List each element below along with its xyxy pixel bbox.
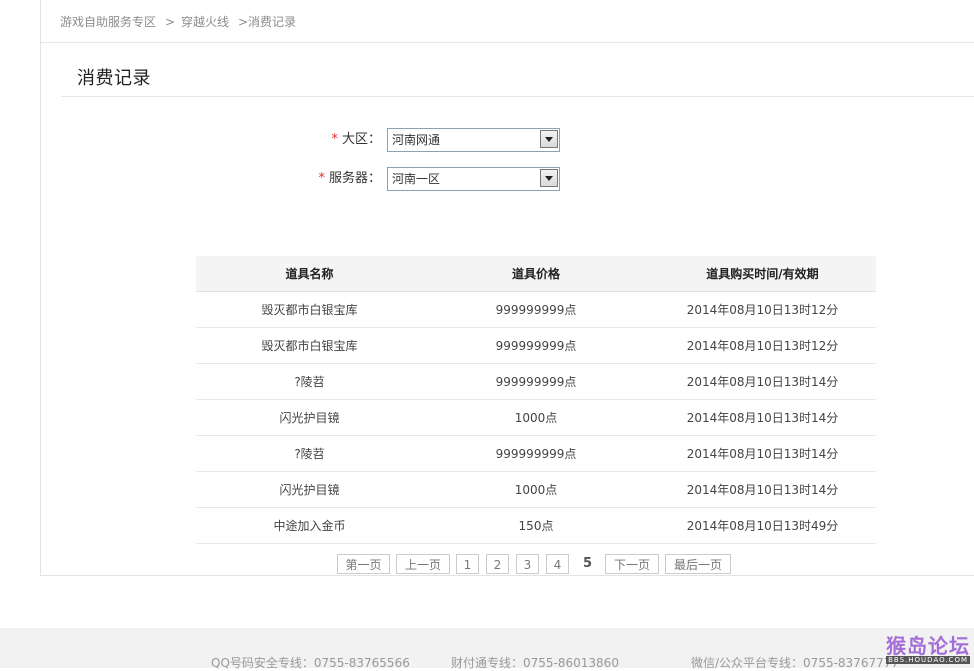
first-page-button[interactable]: 第一页 — [337, 554, 390, 574]
server-select[interactable]: 河南一区 — [387, 167, 560, 191]
breadcrumb-link-self-service[interactable]: 游戏自助服务专区 — [60, 0, 156, 44]
item-price-cell: 999999999点 — [423, 363, 649, 400]
table-row: 毁灭都市白银宝库 999999999点 2014年08月10日13时12分 — [196, 327, 876, 364]
table-header-row: 道具名称 道具价格 道具购买时间/有效期 — [196, 256, 876, 292]
server-row: * 服务器： — [241, 167, 381, 191]
breadcrumb-separator: > — [165, 15, 176, 29]
item-price-cell: 1000点 — [423, 471, 649, 508]
item-name-cell: 毁灭都市白银宝库 — [196, 291, 423, 328]
page-1-button[interactable]: 1 — [456, 554, 479, 574]
item-name-cell: ?陵苕 — [196, 435, 423, 472]
title-divider — [61, 96, 974, 97]
breadcrumb-current: >消费记录 — [238, 15, 297, 29]
purchase-time-cell: 2014年08月10日13时14分 — [649, 399, 876, 436]
region-select-value: 河南网通 — [392, 133, 441, 147]
region-label: * 大区： — [331, 128, 381, 152]
page-2-button[interactable]: 2 — [486, 554, 509, 574]
purchase-time-cell: 2014年08月10日13时12分 — [649, 291, 876, 328]
region-row: * 大区： — [241, 128, 381, 152]
current-page-indicator: 5 — [576, 554, 599, 574]
prev-page-button[interactable]: 上一页 — [396, 554, 450, 574]
table-row: ?陵苕 999999999点 2014年08月10日13时14分 — [196, 363, 876, 400]
item-price-cell: 150点 — [423, 507, 649, 544]
required-mark: * — [331, 132, 338, 147]
purchase-time-cell: 2014年08月10日13时14分 — [649, 435, 876, 472]
footer-qq-hotline: QQ号码安全专线：0755-83765566 — [211, 656, 410, 670]
required-mark: * — [318, 171, 325, 186]
column-header-item-price: 道具价格 — [423, 256, 649, 292]
item-price-cell: 999999999点 — [423, 327, 649, 364]
last-page-button[interactable]: 最后一页 — [665, 554, 731, 574]
purchase-time-cell: 2014年08月10日13时12分 — [649, 327, 876, 364]
purchase-time-cell: 2014年08月10日13时14分 — [649, 471, 876, 508]
item-name-cell: ?陵苕 — [196, 363, 423, 400]
watermark-text: 猴岛论坛 — [886, 634, 970, 658]
item-price-cell: 999999999点 — [423, 435, 649, 472]
footer: QQ号码安全专线：0755-83765566 财付通专线：0755-860138… — [0, 628, 974, 670]
server-label: * 服务器： — [318, 167, 381, 191]
item-name-cell: 中途加入金币 — [196, 507, 423, 544]
watermark-logo: 猴岛论坛 BBS.HOUDAO.COM — [878, 630, 974, 668]
page-4-button[interactable]: 4 — [546, 554, 569, 574]
table-row: 中途加入金币 150点 2014年08月10日13时49分 — [196, 507, 876, 544]
purchase-records-table: 道具名称 道具价格 道具购买时间/有效期 毁灭都市白银宝库 999999999点… — [196, 256, 876, 544]
item-price-cell: 999999999点 — [423, 291, 649, 328]
server-label-text: 服务器： — [328, 171, 381, 186]
watermark-url: BBS.HOUDAO.COM — [886, 656, 970, 664]
breadcrumb-link-game[interactable]: 穿越火线 — [181, 0, 229, 44]
dropdown-arrow-icon[interactable] — [540, 169, 558, 187]
table-row: 毁灭都市白银宝库 999999999点 2014年08月10日13时12分 — [196, 291, 876, 328]
footer-tenpay-hotline: 财付通专线：0755-86013860 — [451, 656, 619, 670]
table-row: 闪光护目镜 1000点 2014年08月10日13时14分 — [196, 399, 876, 436]
item-name-cell: 闪光护目镜 — [196, 399, 423, 436]
item-price-cell: 1000点 — [423, 399, 649, 436]
dropdown-arrow-icon[interactable] — [540, 130, 558, 148]
region-label-text: 大区： — [341, 132, 381, 147]
purchase-time-cell: 2014年08月10日13时49分 — [649, 507, 876, 544]
page-title: 消费记录 — [77, 68, 151, 89]
purchase-time-cell: 2014年08月10日13时14分 — [649, 363, 876, 400]
item-name-cell: 闪光护目镜 — [196, 471, 423, 508]
item-name-cell: 毁灭都市白银宝库 — [196, 327, 423, 364]
footer-wechat-hotline: 微信/公众平台专线：0755-83767777 — [691, 656, 899, 670]
table-row: 闪光护目镜 1000点 2014年08月10日13时14分 — [196, 471, 876, 508]
breadcrumb: 游戏自助服务专区 > 穿越火线 >消费记录 — [41, 0, 974, 43]
next-page-button[interactable]: 下一页 — [605, 554, 659, 574]
column-header-item-name: 道具名称 — [196, 256, 423, 292]
region-select[interactable]: 河南网通 — [387, 128, 560, 152]
server-select-value: 河南一区 — [392, 172, 441, 186]
column-header-purchase-time: 道具购买时间/有效期 — [649, 256, 876, 292]
table-row: ?陵苕 999999999点 2014年08月10日13时14分 — [196, 435, 876, 472]
page-3-button[interactable]: 3 — [516, 554, 539, 574]
